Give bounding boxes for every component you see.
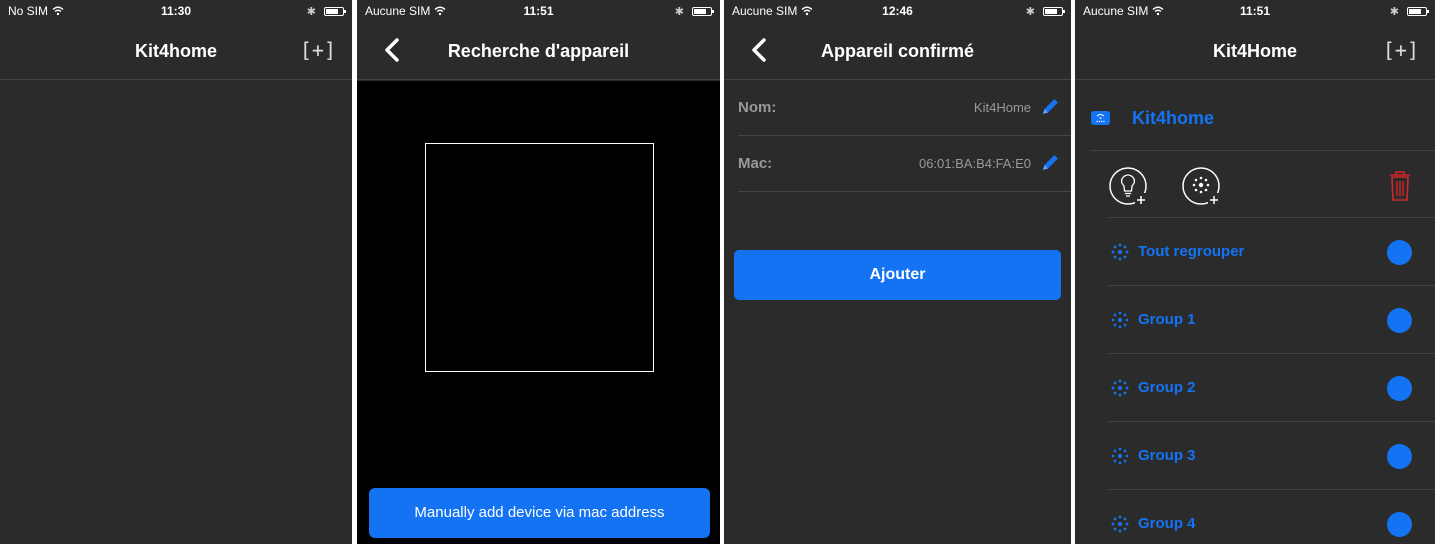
add-device-button[interactable]: [+] (300, 36, 336, 64)
page-title: Recherche d'appareil (447, 41, 630, 61)
qr-scan-frame (425, 143, 654, 372)
nav-bar: Kit4home [+] (0, 22, 352, 80)
status-bar: Aucune SIM 11:51 ✱ (1075, 0, 1435, 22)
device-actions (1108, 151, 1435, 218)
group-name: Tout regrouper (1138, 243, 1245, 260)
screen-device-groups: Aucune SIM 11:51 ✱ Kit4Home [+] Kit4home (1075, 0, 1435, 544)
status-bar: No SIM 11:30 ✱ (0, 0, 352, 22)
group-toggle[interactable] (1387, 308, 1412, 333)
mac-field-row[interactable]: Mac: 06:01:BA:B4:FA:E0 (738, 136, 1071, 192)
mac-label: Mac: (738, 155, 773, 172)
group-icon (1111, 311, 1129, 329)
group-icon (1111, 243, 1129, 261)
nav-bar: Kit4Home [+] (1075, 22, 1435, 80)
nav-bar: Appareil confirmé (724, 22, 1071, 80)
edit-pencil-icon[interactable] (1039, 152, 1061, 174)
camera-scan-view: Manually add device via mac address (357, 81, 720, 544)
mac-value: 06:01:BA:B4:FA:E0 (918, 156, 1031, 171)
add-group-icon[interactable] (1181, 166, 1221, 206)
group-name: Group 2 (1138, 379, 1196, 396)
add-bulb-icon[interactable] (1108, 166, 1148, 206)
group-toggle[interactable] (1387, 376, 1412, 401)
edit-pencil-icon[interactable] (1039, 96, 1061, 118)
group-row-1[interactable]: Group 1 (1108, 286, 1435, 354)
group-toggle[interactable] (1387, 512, 1412, 537)
group-row-2[interactable]: Group 2 (1108, 354, 1435, 422)
status-time: 11:30 (160, 4, 192, 18)
manual-add-button[interactable]: Manually add device via mac address (369, 488, 710, 538)
group-name: Group 3 (1138, 447, 1196, 464)
add-device-button[interactable]: [+] (1383, 36, 1419, 64)
bluetooth-icon: ✱ (1025, 6, 1035, 18)
battery-icon (324, 7, 346, 16)
device-row[interactable]: Kit4home (1075, 81, 1435, 151)
status-time: 11:51 (1239, 4, 1271, 18)
battery-icon (1043, 7, 1065, 16)
screen-device-search: Aucune SIM 11:51 ✱ Recherche d'appareil … (357, 0, 720, 544)
battery-icon (692, 7, 714, 16)
page-title: Kit4Home (1212, 41, 1297, 61)
status-time: 12:46 (882, 4, 913, 18)
group-name: Group 1 (1138, 311, 1196, 328)
add-button[interactable]: Ajouter (734, 250, 1061, 300)
status-bar: Aucune SIM 12:46 ✱ (724, 0, 1071, 22)
group-toggle[interactable] (1387, 240, 1412, 265)
group-name: Group 4 (1138, 515, 1196, 532)
group-icon (1111, 447, 1129, 465)
name-label: Nom: (738, 99, 777, 116)
group-row-4[interactable]: Group 4 (1108, 490, 1435, 544)
group-toggle[interactable] (1387, 444, 1412, 469)
name-value: Kit4Home (973, 100, 1031, 115)
device-name: Kit4home (1132, 108, 1215, 128)
bluetooth-icon: ✱ (306, 6, 316, 18)
group-icon (1111, 379, 1129, 397)
status-time: 11:51 (523, 4, 554, 18)
trash-icon[interactable] (1388, 170, 1412, 202)
battery-icon (1407, 7, 1429, 16)
group-icon (1111, 515, 1129, 533)
device-controller-icon (1091, 111, 1110, 125)
bluetooth-icon: ✱ (1389, 6, 1399, 18)
screen-home-empty: No SIM 11:30 ✱ Kit4home [+] (0, 0, 352, 544)
nav-bar: Recherche d'appareil (357, 22, 720, 80)
status-bar: Aucune SIM 11:51 ✱ (357, 0, 720, 22)
name-field-row[interactable]: Nom: Kit4Home (738, 80, 1071, 136)
page-title: Appareil confirmé (820, 41, 975, 61)
screen-device-confirmed: Aucune SIM 12:46 ✱ Appareil confirmé Nom… (724, 0, 1071, 544)
group-row-3[interactable]: Group 3 (1108, 422, 1435, 490)
group-row-all[interactable]: Tout regrouper (1108, 218, 1435, 286)
bluetooth-icon: ✱ (674, 6, 684, 18)
